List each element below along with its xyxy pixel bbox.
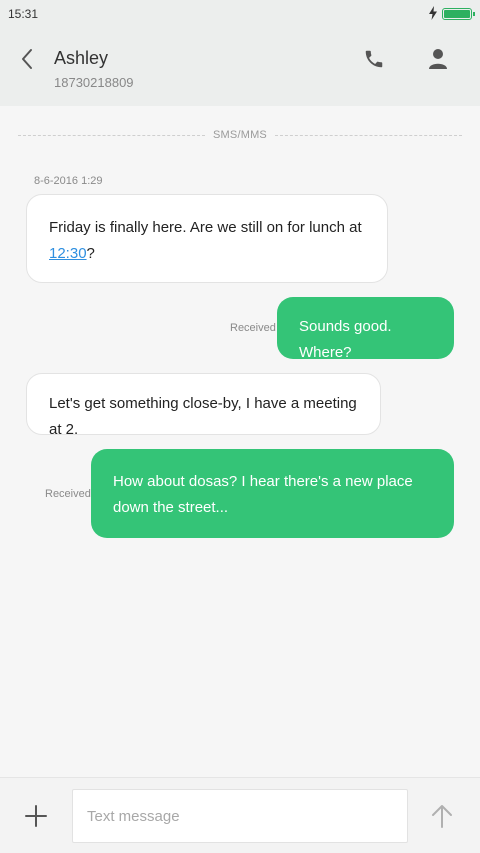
channel-divider: SMS/MMS — [18, 128, 462, 142]
message-timestamp: 8-6-2016 1:29 — [34, 175, 103, 187]
contact-profile-button[interactable] — [424, 45, 452, 73]
battery-fill — [444, 10, 470, 18]
status-bar: 15:31 — [0, 0, 480, 28]
incoming-message[interactable]: Friday is finally here. Are we still on … — [26, 194, 388, 283]
attach-button[interactable] — [20, 800, 52, 832]
send-button[interactable] — [426, 800, 458, 832]
delivery-status: Received — [45, 488, 91, 500]
incoming-message[interactable]: Let's get something close-by, I have a m… — [26, 373, 381, 438]
phone-icon — [365, 50, 383, 68]
person-icon — [429, 49, 447, 69]
plus-icon — [25, 805, 47, 827]
delivery-status: Received — [230, 322, 276, 334]
message-text-suffix: ? — [86, 245, 95, 262]
chevron-left-icon — [22, 49, 32, 69]
message-text: How about dosas? I hear there's a new pl… — [113, 473, 413, 516]
contact-name: Ashley — [54, 48, 109, 68]
back-button[interactable] — [12, 44, 42, 74]
message-text: Sounds good. Where? — [299, 318, 392, 361]
contact-number: 18730218809 — [54, 75, 134, 90]
message-composer — [0, 777, 480, 853]
conversation-header: Ashley 18730218809 — [0, 28, 480, 106]
battery-icon — [442, 8, 475, 20]
message-text: Let's get something close-by, I have a m… — [49, 395, 357, 438]
charging-icon — [428, 5, 438, 23]
message-text: Friday is finally here. Are we still on … — [49, 219, 362, 236]
message-input[interactable] — [72, 789, 408, 843]
status-time: 15:31 — [8, 7, 39, 21]
arrow-up-icon — [432, 805, 452, 828]
call-button[interactable] — [360, 45, 388, 73]
channel-label: SMS/MMS — [213, 129, 267, 141]
divider-line — [274, 134, 462, 136]
outgoing-message[interactable]: How about dosas? I hear there's a new pl… — [91, 449, 454, 538]
status-icons — [428, 5, 475, 23]
divider-line — [18, 134, 206, 136]
outgoing-message[interactable]: Sounds good. Where? — [277, 297, 454, 361]
time-link[interactable]: 12:30 — [49, 245, 87, 262]
